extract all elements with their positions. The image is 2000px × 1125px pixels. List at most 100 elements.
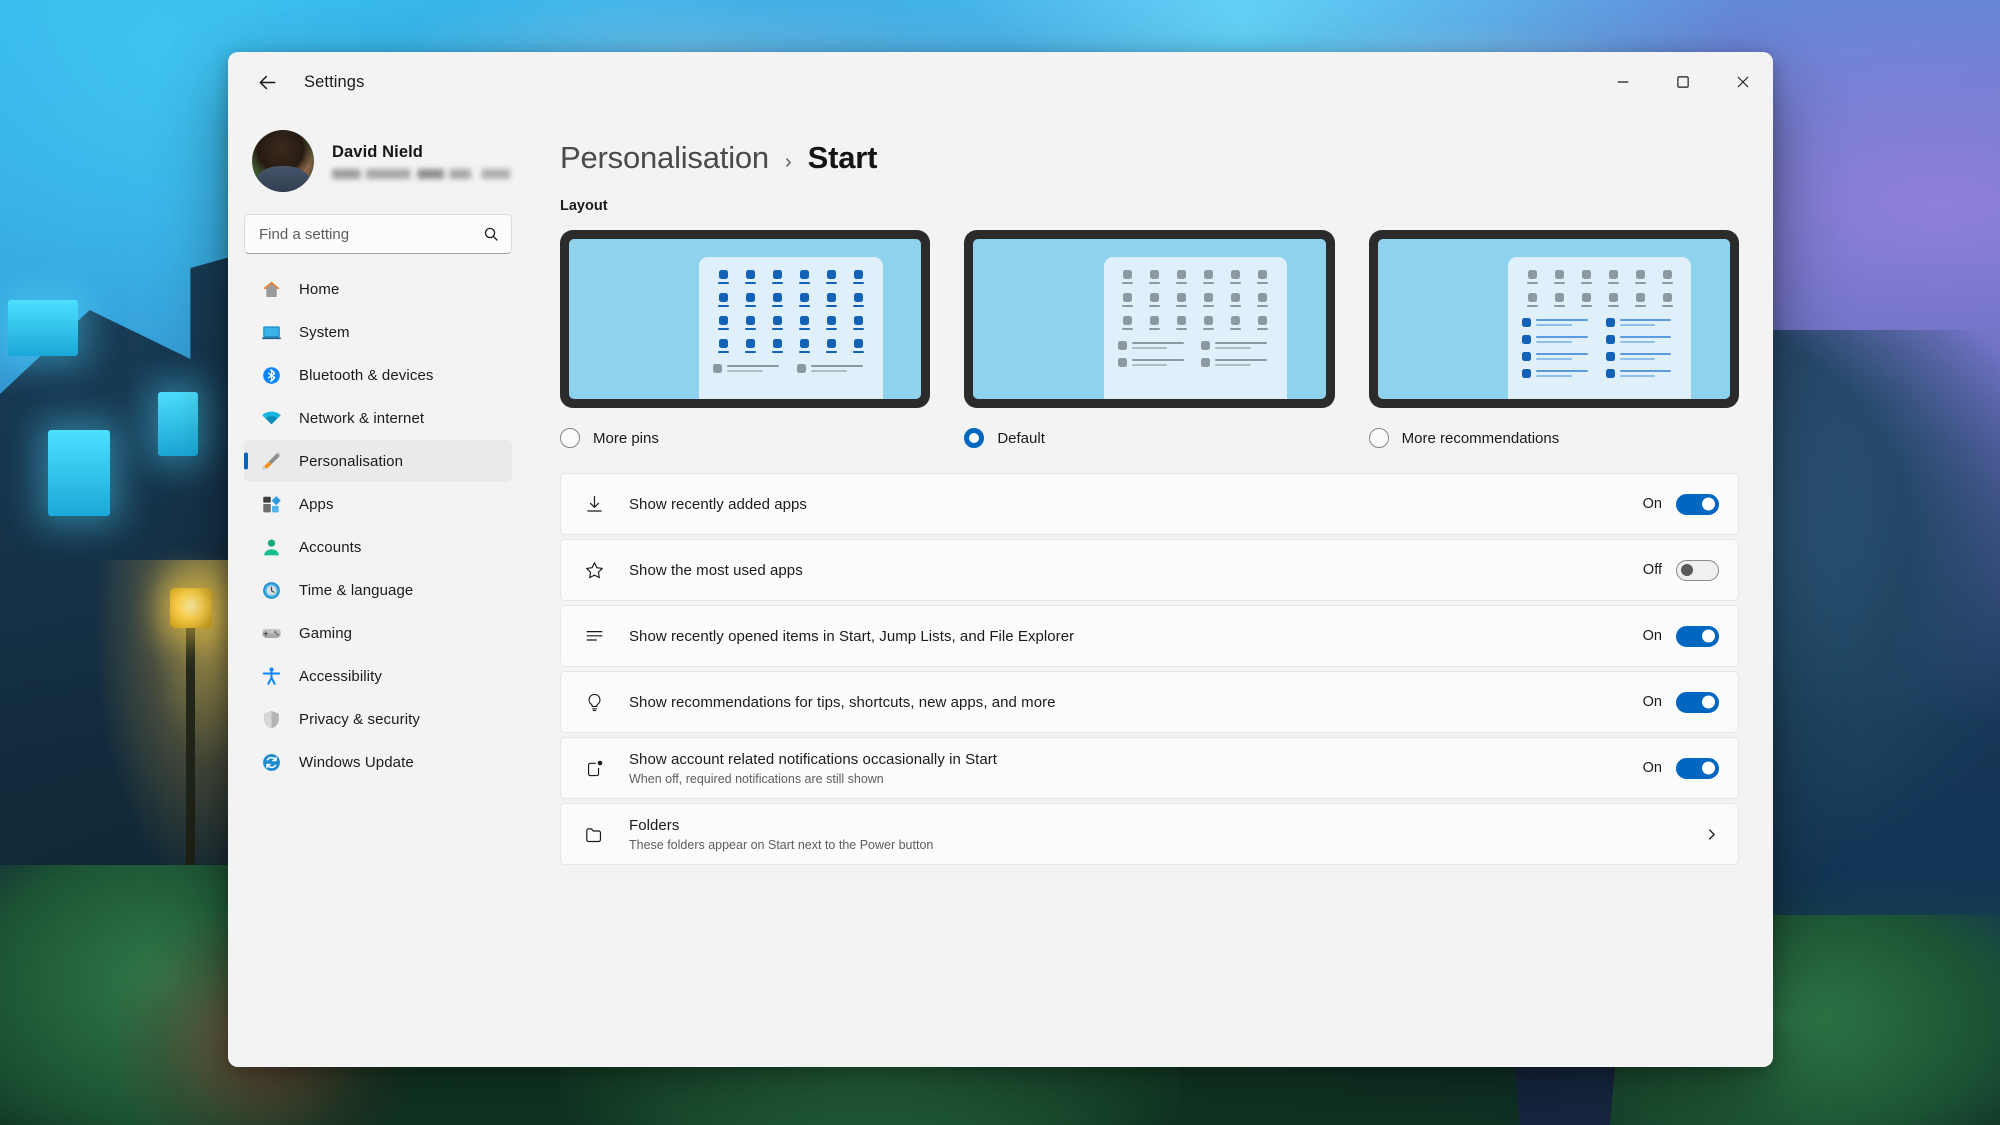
recommendation-item [1605, 317, 1678, 327]
update-icon [260, 751, 282, 773]
sidebar-item-label: Accounts [299, 538, 362, 556]
thumbnail-screen [569, 239, 922, 399]
layout-radio-row[interactable]: Default [964, 425, 1334, 451]
pin-tile [822, 292, 842, 307]
sidebar-item-label: Apps [299, 495, 334, 513]
recommendation-item [1522, 351, 1594, 361]
recommendation-row [1522, 334, 1678, 344]
sidebar-item-home[interactable]: Home [244, 268, 512, 310]
layout-radio-button[interactable] [964, 428, 985, 448]
setting-subtitle: These folders appear on Start next to th… [629, 837, 934, 852]
setting-control: On [1643, 691, 1719, 713]
sidebar-item-windows-update[interactable]: Windows Update [244, 741, 512, 783]
layout-thumbnail[interactable] [560, 230, 931, 408]
layout-options: More pins Default More recommendations [560, 230, 1739, 451]
layout-radio-button[interactable] [560, 428, 580, 448]
layout-radio-row[interactable]: More pins [560, 425, 930, 451]
maximize-button[interactable] [1653, 52, 1713, 112]
pin-tile [1603, 292, 1623, 307]
pin-tile [767, 269, 787, 284]
pin-tile [1145, 315, 1165, 330]
lightbulb-icon [581, 692, 607, 713]
layout-thumbnail[interactable] [1368, 230, 1739, 408]
toggle-state-label: On [1642, 628, 1662, 644]
toggle-switch[interactable] [1676, 691, 1719, 713]
pin-tile [1118, 269, 1138, 284]
account-block[interactable]: David Nield [244, 112, 512, 214]
pin-tile [1657, 269, 1677, 284]
setting-title: Show recently opened items in Start, Jum… [629, 627, 1075, 645]
system-icon [260, 321, 282, 343]
pin-tile [713, 315, 733, 330]
pin-tile [1226, 292, 1246, 307]
sidebar-item-accounts[interactable]: Accounts [244, 526, 512, 568]
thumbnail-screen [1377, 239, 1730, 399]
toggle-switch[interactable] [1676, 493, 1719, 515]
pin-tile [849, 338, 869, 353]
sidebar-item-apps[interactable]: Apps [244, 483, 512, 525]
sidebar-item-personalisation[interactable]: Personalisation [244, 440, 512, 482]
pin-tile [1118, 292, 1138, 307]
sidebar-item-label: Accessibility [299, 667, 382, 685]
setting-row[interactable]: Show recommendations for tips, shortcuts… [560, 671, 1739, 733]
pin-tile [767, 338, 787, 353]
setting-text: Show account related notifications occas… [629, 751, 1643, 786]
recommendation-item [1117, 340, 1190, 350]
pin-tile [1145, 292, 1165, 307]
layout-option[interactable]: More recommendations [1368, 230, 1739, 451]
sidebar-item-privacy-security[interactable]: Privacy & security [244, 698, 512, 740]
wallpaper-lamp-post [186, 610, 195, 910]
account-text: David Nield [332, 143, 510, 179]
bluetooth-icon [260, 364, 282, 386]
pin-tile [740, 269, 760, 284]
sidebar-item-system[interactable]: System [244, 311, 512, 353]
setting-row[interactable]: Show recently opened items in Start, Jum… [560, 605, 1739, 667]
setting-row[interactable]: Folders These folders appear on Start nex… [560, 803, 1739, 865]
search-box[interactable] [244, 214, 512, 254]
pin-grid [713, 269, 869, 353]
sidebar-item-time-language[interactable]: Time & language [244, 569, 512, 611]
setting-text: Show recommendations for tips, shortcuts… [629, 694, 1643, 711]
toggle-switch[interactable] [1676, 625, 1719, 647]
setting-row[interactable]: Show account related notifications occas… [560, 737, 1739, 799]
breadcrumb-parent[interactable]: Personalisation [560, 140, 769, 176]
shield-icon [260, 708, 282, 730]
toggle-switch[interactable] [1676, 559, 1719, 581]
sidebar-item-label: Gaming [299, 624, 353, 642]
breadcrumb-current: Start [807, 140, 878, 175]
recommendation-row [1117, 340, 1273, 350]
close-button[interactable] [1713, 52, 1773, 112]
sidebar-item-bluetooth-devices[interactable]: Bluetooth & devices [244, 354, 512, 396]
sidebar-item-label: System [299, 323, 350, 341]
accessibility-icon [260, 665, 282, 687]
chevron-right-icon[interactable] [1704, 827, 1719, 842]
pin-tile [1522, 269, 1542, 284]
layout-thumbnail[interactable] [964, 230, 1335, 408]
pin-tile [1199, 315, 1219, 330]
back-button[interactable] [246, 61, 288, 103]
account-name: David Nield [332, 143, 423, 161]
recommendation-item [1605, 334, 1678, 344]
wifi-icon [260, 407, 282, 429]
search-input[interactable] [259, 225, 483, 243]
setting-title: Show the most used apps [629, 561, 803, 579]
layout-radio-button[interactable] [1368, 428, 1389, 448]
sidebar-item-network-internet[interactable]: Network & internet [244, 397, 512, 439]
recommendation-row [1117, 357, 1273, 367]
sidebar-item-accessibility[interactable]: Accessibility [244, 655, 512, 697]
layout-option[interactable]: More pins [560, 230, 931, 451]
home-icon [260, 278, 282, 300]
minimize-button[interactable] [1593, 52, 1653, 112]
setting-row[interactable]: Show the most used apps Off [560, 539, 1739, 601]
sidebar-item-label: Personalisation [299, 452, 404, 470]
setting-row[interactable]: Show recently added apps On [560, 473, 1739, 535]
layout-radio-row[interactable]: More recommendations [1368, 425, 1739, 451]
recommendation-item [1201, 340, 1273, 350]
pin-tile [849, 292, 869, 307]
avatar [252, 130, 314, 192]
sidebar-item-gaming[interactable]: Gaming [244, 612, 512, 654]
layout-option[interactable]: Default [964, 230, 1335, 451]
pin-tile [1253, 315, 1273, 330]
pin-tile [1118, 315, 1138, 330]
toggle-switch[interactable] [1676, 757, 1719, 779]
